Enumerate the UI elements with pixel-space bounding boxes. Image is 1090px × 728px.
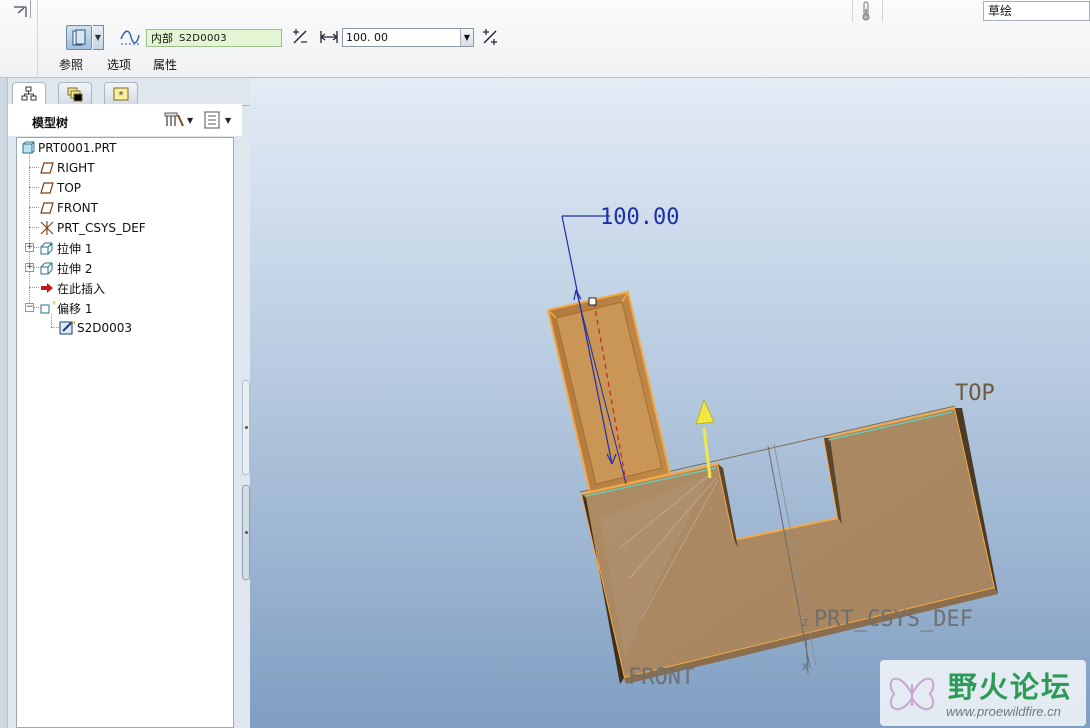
svg-text:Z: Z (802, 618, 808, 629)
tree-item-label: RIGHT (57, 161, 95, 175)
model-tree: PRT0001.PRT RIGHT TOP FRONT PRT_CSYS_DEF… (16, 137, 234, 728)
depth-dimension-label: 100.00 (600, 205, 679, 230)
tree-item-label: TOP (57, 181, 82, 195)
tree-item-csys[interactable]: PRT_CSYS_DEF (39, 218, 146, 238)
expand-toggle[interactable]: + (25, 263, 34, 272)
tab-properties[interactable]: 属性 (153, 56, 177, 73)
depth-drag-handle[interactable] (588, 297, 597, 306)
expand-toggle[interactable]: + (25, 243, 34, 252)
navigator-panel: * 模型树 ▼ ▼ PRT0001.PRT RIGHT TOP FRONT PR… (0, 78, 254, 728)
splitter-grip-lower[interactable] (242, 485, 250, 580)
tree-item-extrude-2[interactable]: 拉伸 2 (39, 258, 92, 278)
butterfly-logo-icon (889, 677, 935, 711)
flip-direction-icon[interactable] (290, 27, 310, 47)
front-plane-label: FRONT (628, 665, 694, 690)
sketch-curve-icon[interactable] (119, 27, 141, 47)
svg-text:*: * (72, 320, 75, 330)
show-list-icon (204, 111, 220, 129)
panel-splitter[interactable] (242, 380, 250, 580)
regeneration-thermometer-icon[interactable] (860, 1, 872, 21)
tree-item-label: 偏移 1 (57, 301, 93, 316)
depth-dimension-icon (320, 31, 338, 43)
tab-folder-browser[interactable] (58, 82, 92, 104)
offset-feature-icon: * (39, 300, 55, 316)
splitter-grip-upper[interactable] (242, 380, 250, 475)
tree-item-part[interactable]: PRT0001.PRT (20, 138, 116, 158)
tab-options[interactable]: 选项 (107, 56, 131, 73)
insert-here-arrow-icon (39, 280, 55, 296)
tree-item-insert-here[interactable]: 在此插入 (39, 278, 105, 298)
surface-type-icon (72, 29, 86, 45)
datum-plane-icon (39, 180, 55, 196)
dashboard-pin-icon[interactable] (10, 3, 30, 19)
depth-dropdown-arrow[interactable]: ▼ (460, 29, 473, 46)
tree-item-label: 在此插入 (57, 281, 106, 296)
watermark-url: www.proewildfire.cn (946, 704, 1061, 719)
flip-side-icon[interactable] (480, 27, 500, 47)
sketch-icon: * (59, 320, 75, 336)
feature-dashboard: ▼ 内部 S2D0003 100. 00 ▼ 参照 选项 属性 草绘 (0, 0, 1090, 78)
svg-text:*: * (119, 90, 124, 101)
csys-label: PRT_CSYS_DEF (814, 607, 973, 632)
tab-model-tree[interactable] (12, 82, 46, 105)
extrude-icon (39, 260, 55, 276)
navigator-tabs: * (12, 80, 254, 106)
tree-item-offset-1[interactable]: * 偏移 1 (39, 298, 92, 318)
sketch-reference-field[interactable]: 内部 S2D0003 (146, 29, 282, 47)
tree-item-right-plane[interactable]: RIGHT (39, 158, 95, 178)
favorites-icon: * (113, 87, 129, 101)
watermark-title: 野火论坛 (948, 670, 1073, 704)
tree-show-button[interactable]: ▼ (203, 110, 239, 130)
collapse-toggle[interactable]: − (25, 303, 34, 312)
tree-item-front-plane[interactable]: FRONT (39, 198, 98, 218)
csys-icon (39, 220, 55, 236)
model-view[interactable]: TOP 100.00 Z X PRT_CSYS_DEF FRONT (250, 78, 1090, 728)
references-dropdown-arrow[interactable]: ▼ (93, 25, 104, 50)
extrude-icon (39, 240, 55, 256)
tree-item-top-plane[interactable]: TOP (39, 178, 81, 198)
offset-rib-feature[interactable] (546, 290, 672, 494)
part-icon (20, 140, 36, 156)
tree-item-extrude-1[interactable]: 拉伸 1 (39, 238, 92, 258)
tab-references[interactable]: 参照 (59, 56, 83, 73)
tree-item-label: PRT0001.PRT (38, 141, 117, 155)
selection-filter-field[interactable]: 草绘 (983, 1, 1090, 21)
datum-plane-icon (39, 200, 55, 216)
tree-settings-button[interactable]: ▼ (163, 110, 197, 130)
tree-item-label: S2D0003 (77, 321, 133, 335)
folder-browser-icon (67, 87, 83, 101)
top-plane-label: TOP (955, 381, 995, 406)
sketch-field-value: S2D0003 (179, 32, 227, 44)
graphics-window[interactable]: TOP 100.00 Z X PRT_CSYS_DEF FRONT (250, 78, 1090, 728)
forum-watermark: 野火论坛 www.proewildfire.cn (880, 660, 1086, 726)
dashboard-corner (0, 0, 38, 78)
panel-edge-strip (0, 78, 8, 728)
datum-plane-icon (39, 160, 55, 176)
tools-icon (164, 112, 184, 127)
tree-item-label: PRT_CSYS_DEF (57, 221, 146, 235)
panel-title: 模型树 (32, 116, 69, 130)
tree-item-label: 拉伸 2 (57, 261, 93, 276)
depth-value: 100. 00 (346, 31, 388, 44)
sketch-field-prefix: 内部 (151, 32, 173, 45)
tab-favorites[interactable]: * (104, 82, 138, 104)
references-toggle-button[interactable] (66, 25, 92, 50)
svg-text:*: * (52, 300, 55, 310)
depth-value-combobox[interactable]: 100. 00 ▼ (342, 28, 474, 47)
tree-item-sketch[interactable]: * S2D0003 (59, 318, 132, 338)
tree-item-label: FRONT (57, 201, 98, 215)
model-tree-icon (21, 86, 37, 101)
model-tree-header: 模型树 ▼ ▼ (8, 104, 242, 136)
tree-item-label: 拉伸 1 (57, 241, 93, 256)
svg-text:X: X (802, 662, 808, 673)
